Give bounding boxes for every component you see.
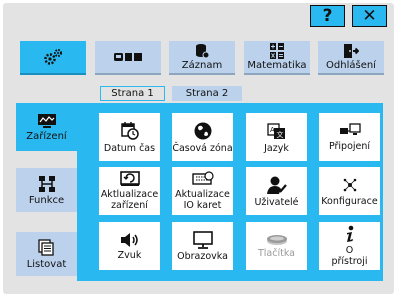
documents-icon <box>37 238 54 256</box>
network-icon <box>38 175 55 192</box>
database-icon <box>196 44 209 59</box>
tile-update-device-label: Aktlualizace zařízení <box>100 189 159 211</box>
tile-timezone-label: Časová zóna <box>172 142 233 154</box>
logout-button[interactable]: Odhlášení <box>318 41 384 75</box>
sidebar-label-list: Listovat <box>26 258 67 270</box>
tile-display[interactable]: Obrazovka <box>172 222 233 270</box>
io-card-update-icon <box>191 171 214 185</box>
math-button[interactable]: Matematika <box>244 41 310 75</box>
svg-text:A: A <box>270 126 275 134</box>
tile-timezone[interactable]: Časová zóna <box>172 113 233 161</box>
calculator-icon <box>270 43 284 59</box>
svg-text:文: 文 <box>276 130 283 139</box>
tile-configuration[interactable]: Konfigurace <box>319 167 380 215</box>
connection-icon <box>339 122 361 135</box>
tile-connection-label: Připojení <box>328 140 371 152</box>
device-update-icon <box>119 171 140 186</box>
close-button[interactable]: ✕ <box>352 5 387 27</box>
button-icon <box>266 234 287 245</box>
tile-about-label: O přístroji <box>331 245 368 267</box>
tile-language-label: Jazyk <box>264 142 289 154</box>
info-icon <box>346 225 353 242</box>
tile-buttons: Tlačítka <box>246 222 307 270</box>
sidebar-label-functions: Funkce <box>28 194 65 206</box>
close-icon: ✕ <box>362 6 377 26</box>
tile-buttons-label: Tlačítka <box>257 247 295 259</box>
record-label: Záznam <box>181 60 223 71</box>
tile-datetime[interactable]: Datum čas <box>99 113 160 161</box>
help-button[interactable]: ? <box>310 5 345 27</box>
devices-button[interactable] <box>95 41 161 75</box>
settings-button[interactable] <box>20 41 86 75</box>
tab-page-1-label: Strana 1 <box>111 88 154 99</box>
user-edit-icon <box>266 176 287 194</box>
configuration-icon <box>343 178 356 191</box>
tile-language[interactable]: A 文 Jazyk <box>246 113 307 161</box>
tile-sound-label: Zvuk <box>117 249 142 261</box>
calendar-clock-icon <box>120 121 139 140</box>
tile-connection[interactable]: Připojení <box>319 113 380 161</box>
logout-label: Odhlášení <box>326 60 376 71</box>
monitor-icon <box>192 230 213 249</box>
math-label: Matematika <box>247 60 307 71</box>
record-button[interactable]: Záznam <box>169 41 235 75</box>
devices-icon <box>114 53 142 61</box>
tile-users[interactable]: Uživatelé <box>246 167 307 215</box>
tile-sound[interactable]: Zvuk <box>99 222 160 270</box>
help-label: ? <box>322 6 333 26</box>
speaker-icon <box>120 232 138 247</box>
tile-update-io[interactable]: Aktualizace IO karet <box>172 167 233 215</box>
tab-page-1[interactable]: Strana 1 <box>100 86 165 101</box>
tile-about[interactable]: O přístroji <box>319 222 380 270</box>
tile-update-device[interactable]: Aktlualizace zařízení <box>99 167 160 215</box>
gears-icon <box>44 49 62 65</box>
sidebar-label-devices: Zařízení <box>26 130 67 142</box>
tile-datetime-label: Datum čas <box>103 142 156 154</box>
sidebar-item-list[interactable]: Listovat <box>16 232 77 276</box>
sidebar-item-functions[interactable]: Funkce <box>16 168 77 212</box>
tab-page-2-label: Strana 2 <box>185 88 229 99</box>
tile-update-io-label: Aktualizace IO karet <box>175 189 230 211</box>
globe-icon <box>194 122 211 139</box>
language-icon: A 文 <box>266 122 285 139</box>
monitor-chart-icon <box>37 113 56 128</box>
tile-users-label: Uživatelé <box>254 196 299 208</box>
tile-display-label: Obrazovka <box>177 250 228 262</box>
tile-configuration-label: Konfigurace <box>321 195 378 207</box>
logout-icon <box>344 44 359 58</box>
tab-page-2[interactable]: Strana 2 <box>172 86 242 101</box>
sidebar-item-devices[interactable]: Zařízení <box>16 103 77 151</box>
